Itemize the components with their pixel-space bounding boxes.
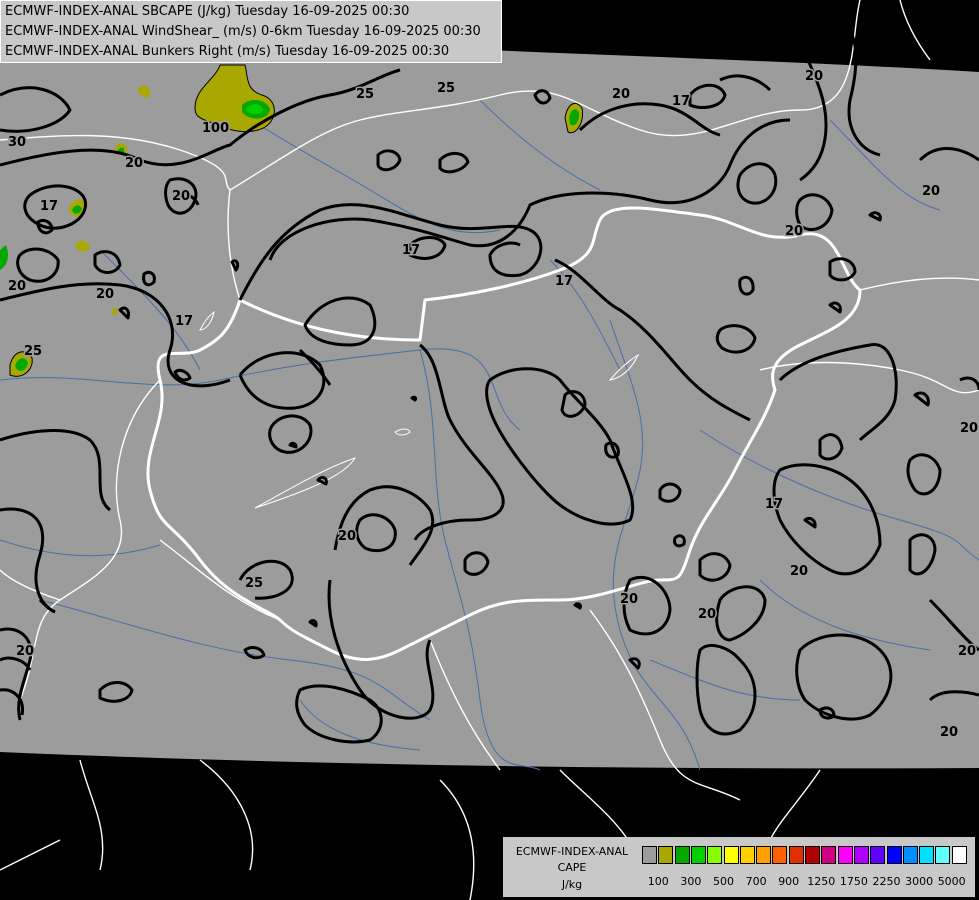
legend-swatch bbox=[837, 846, 853, 864]
contour-label: 25 bbox=[24, 344, 42, 359]
contour-label: 20 bbox=[790, 564, 808, 579]
legend-swatch bbox=[772, 846, 788, 864]
map-view: 25 25 20 17 20 17 30 20 20 17 20 20 25 1… bbox=[0, 0, 979, 900]
contour-label: 20 bbox=[16, 644, 34, 659]
legend-unit: J/kg bbox=[561, 878, 583, 891]
contour-label: 20 bbox=[805, 69, 823, 84]
contour-label: 20 bbox=[125, 156, 143, 171]
legend-tick-label: 2250 bbox=[872, 875, 901, 888]
legend-tick-label: 100 bbox=[647, 875, 669, 888]
contour-label: 17 bbox=[402, 243, 420, 258]
legend-tick-label: 5000 bbox=[937, 875, 966, 888]
legend-swatch bbox=[756, 846, 772, 864]
legend-swatch bbox=[919, 846, 935, 864]
contour-label: 20 bbox=[96, 287, 114, 302]
legend-swatch bbox=[707, 846, 723, 864]
legend-swatch bbox=[642, 846, 657, 864]
legend-swatch bbox=[805, 846, 820, 864]
contour-label: 20 bbox=[612, 87, 630, 102]
contour-label: 20 bbox=[698, 607, 716, 622]
legend-swatch bbox=[674, 846, 690, 864]
title-line-sbcape: ECMWF-INDEX-ANAL SBCAPE (J/kg) Tuesday 1… bbox=[5, 4, 410, 19]
legend-tick-label: 1750 bbox=[839, 875, 868, 888]
legend-tick-label: 3000 bbox=[905, 875, 934, 888]
contour-label: 20 bbox=[620, 592, 638, 607]
contour-label: 17 bbox=[555, 274, 573, 289]
legend-swatch bbox=[902, 846, 918, 864]
contour-label: 25 bbox=[356, 87, 374, 102]
legend-tick-label: 300 bbox=[680, 875, 702, 888]
legend-tick-label: 700 bbox=[745, 875, 767, 888]
map-domain bbox=[0, 12, 979, 769]
legend-swatch bbox=[853, 846, 869, 864]
contour-label: 20 bbox=[922, 184, 940, 199]
contour-label: 17 bbox=[672, 94, 690, 109]
contour-label: 25 bbox=[245, 576, 263, 591]
contour-label: 20 bbox=[338, 529, 356, 544]
title-line-windshear: ECMWF-INDEX-ANAL WindShear_ (m/s) 0-6km … bbox=[5, 24, 481, 39]
legend-swatch bbox=[723, 846, 739, 864]
contour-label: 20 bbox=[172, 189, 190, 204]
legend-swatch bbox=[658, 846, 674, 864]
legend-swatch bbox=[788, 846, 804, 864]
contour-label: 20 bbox=[940, 725, 958, 740]
contour-label: 17 bbox=[765, 497, 783, 512]
legend-swatch bbox=[739, 846, 755, 864]
legend-variable: CAPE bbox=[557, 861, 587, 874]
contour-label: 17 bbox=[40, 199, 58, 214]
weather-map: 25 25 20 17 20 17 30 20 20 17 20 20 25 1… bbox=[0, 0, 979, 900]
contour-label: 30 bbox=[8, 135, 26, 150]
legend-swatch bbox=[870, 846, 886, 864]
legend-tick-label: 900 bbox=[778, 875, 800, 888]
legend-title: ECMWF-INDEX-ANAL bbox=[515, 845, 629, 858]
contour-label: 20 bbox=[960, 421, 978, 436]
legend-swatch bbox=[951, 846, 967, 864]
legend-tick-label: 1250 bbox=[807, 875, 836, 888]
cape-legend: ECMWF-INDEX-ANAL CAPE J/kg 100 300 500 700 9… bbox=[503, 837, 975, 897]
contour-label: 20 bbox=[8, 279, 26, 294]
title-line-bunkers: ECMWF-INDEX-ANAL Bunkers Right (m/s) Tue… bbox=[5, 44, 450, 59]
legend-swatch bbox=[690, 846, 706, 864]
contour-label: 20 bbox=[785, 224, 803, 239]
contour-label: 25 bbox=[437, 81, 455, 96]
contour-label: 100 bbox=[202, 121, 229, 136]
contour-label: 20 bbox=[958, 644, 976, 659]
legend-swatch bbox=[935, 846, 951, 864]
legend-swatch bbox=[886, 846, 902, 864]
contour-label: 17 bbox=[175, 314, 193, 329]
map-title-box: ECMWF-INDEX-ANAL SBCAPE (J/kg) Tuesday 1… bbox=[0, 0, 502, 63]
legend-swatch bbox=[821, 846, 837, 864]
legend-tick-label: 500 bbox=[713, 875, 734, 888]
